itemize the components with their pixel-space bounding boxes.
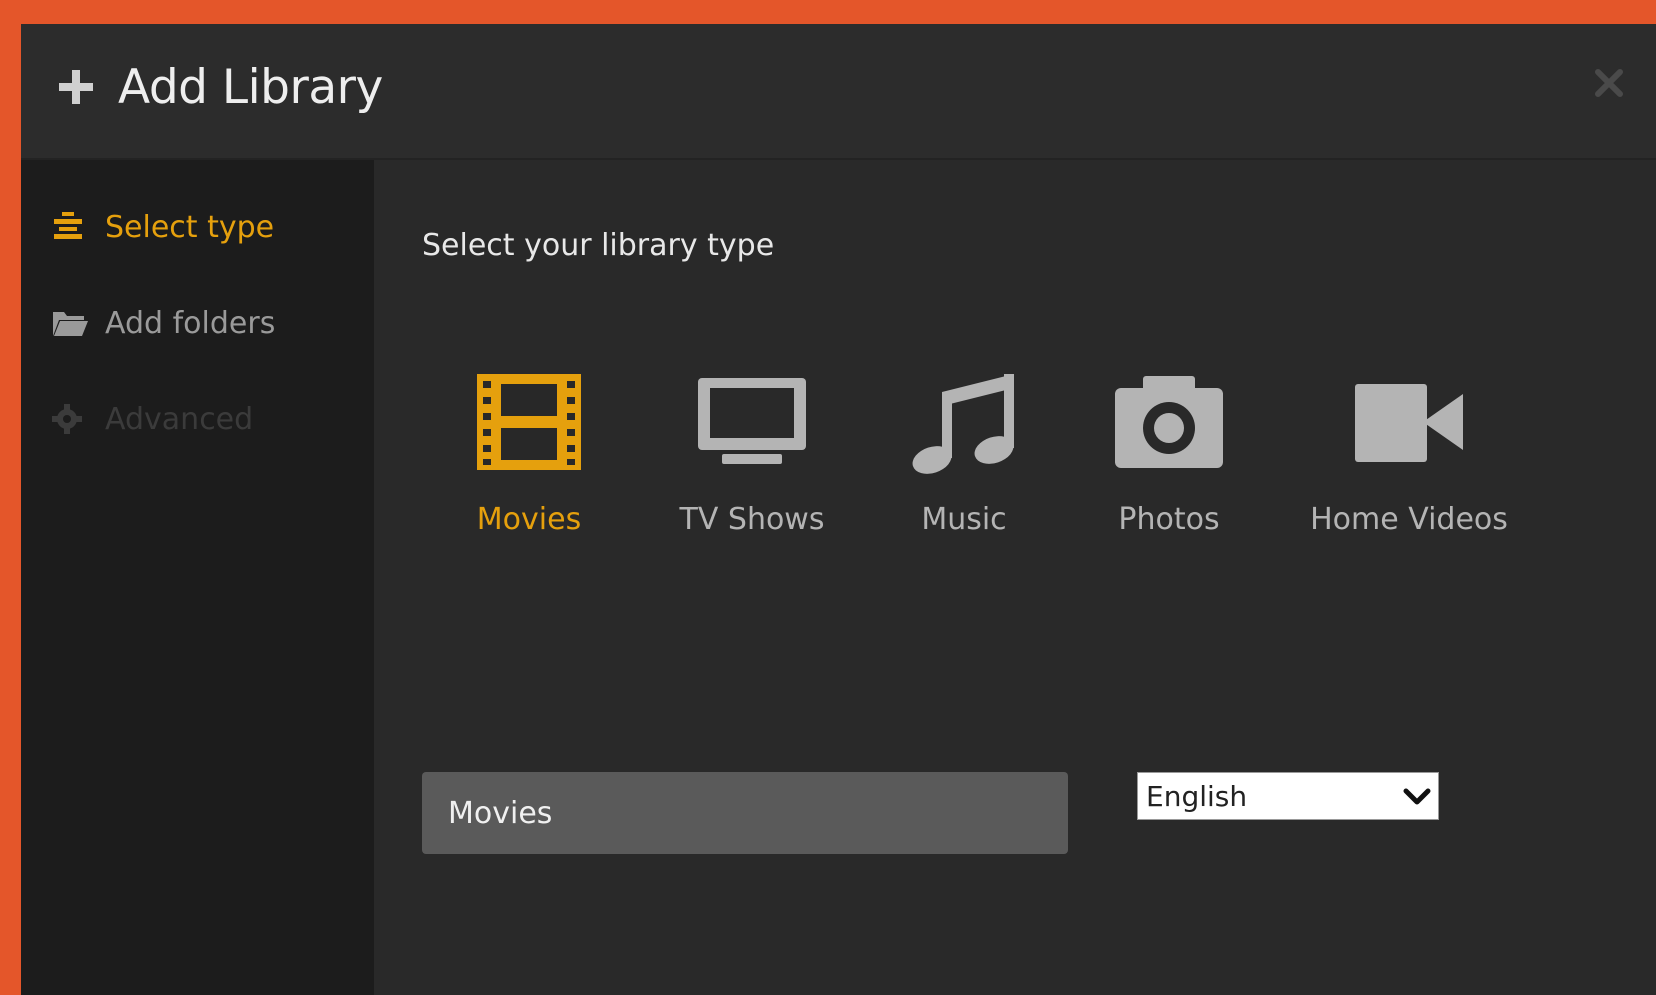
camera-icon xyxy=(1089,366,1249,478)
sidebar-item-label: Select type xyxy=(105,209,275,245)
library-type-label: Music xyxy=(921,502,1007,537)
language-select-value: English xyxy=(1146,779,1248,813)
library-type-home-videos[interactable]: Home Videos xyxy=(1286,366,1532,537)
dialog-title: Add Library xyxy=(118,60,383,115)
library-type-label: TV Shows xyxy=(679,502,825,537)
wizard-sidebar: Select type Add folders Advanced xyxy=(21,160,374,995)
list-icon xyxy=(51,210,91,244)
chevron-down-icon xyxy=(1403,788,1431,805)
library-type-photos[interactable]: Photos xyxy=(1089,366,1249,537)
sidebar-item-label: Advanced xyxy=(105,401,254,437)
library-type-label: Movies xyxy=(476,502,582,537)
page-heading: Select your library type xyxy=(422,228,775,263)
library-type-tv-shows[interactable]: TV Shows xyxy=(657,366,847,537)
film-icon xyxy=(454,366,604,478)
dialog-header: Add Library xyxy=(21,24,1656,160)
library-type-label: Home Videos xyxy=(1310,502,1508,537)
library-type-label: Photos xyxy=(1118,502,1220,537)
gear-icon xyxy=(51,402,91,436)
sidebar-item-add-folders[interactable]: Add folders xyxy=(51,298,275,348)
library-name-input[interactable] xyxy=(422,772,1068,854)
tv-icon xyxy=(657,366,847,478)
main-panel: Select your library type Movies TV Shows… xyxy=(374,160,1656,995)
close-icon[interactable] xyxy=(1592,66,1626,100)
language-select[interactable]: English xyxy=(1137,772,1439,820)
library-type-movies[interactable]: Movies xyxy=(454,366,604,537)
sidebar-item-select-type[interactable]: Select type xyxy=(51,202,274,252)
sidebar-item-advanced: Advanced xyxy=(51,394,253,444)
video-camera-icon xyxy=(1286,366,1532,478)
folder-icon xyxy=(51,306,91,340)
sidebar-item-label: Add folders xyxy=(105,305,276,341)
library-type-music[interactable]: Music xyxy=(889,366,1039,537)
plus-icon xyxy=(59,70,93,104)
music-note-icon xyxy=(889,366,1039,478)
add-library-dialog: Add Library Select type Add folders Adva… xyxy=(21,24,1656,995)
